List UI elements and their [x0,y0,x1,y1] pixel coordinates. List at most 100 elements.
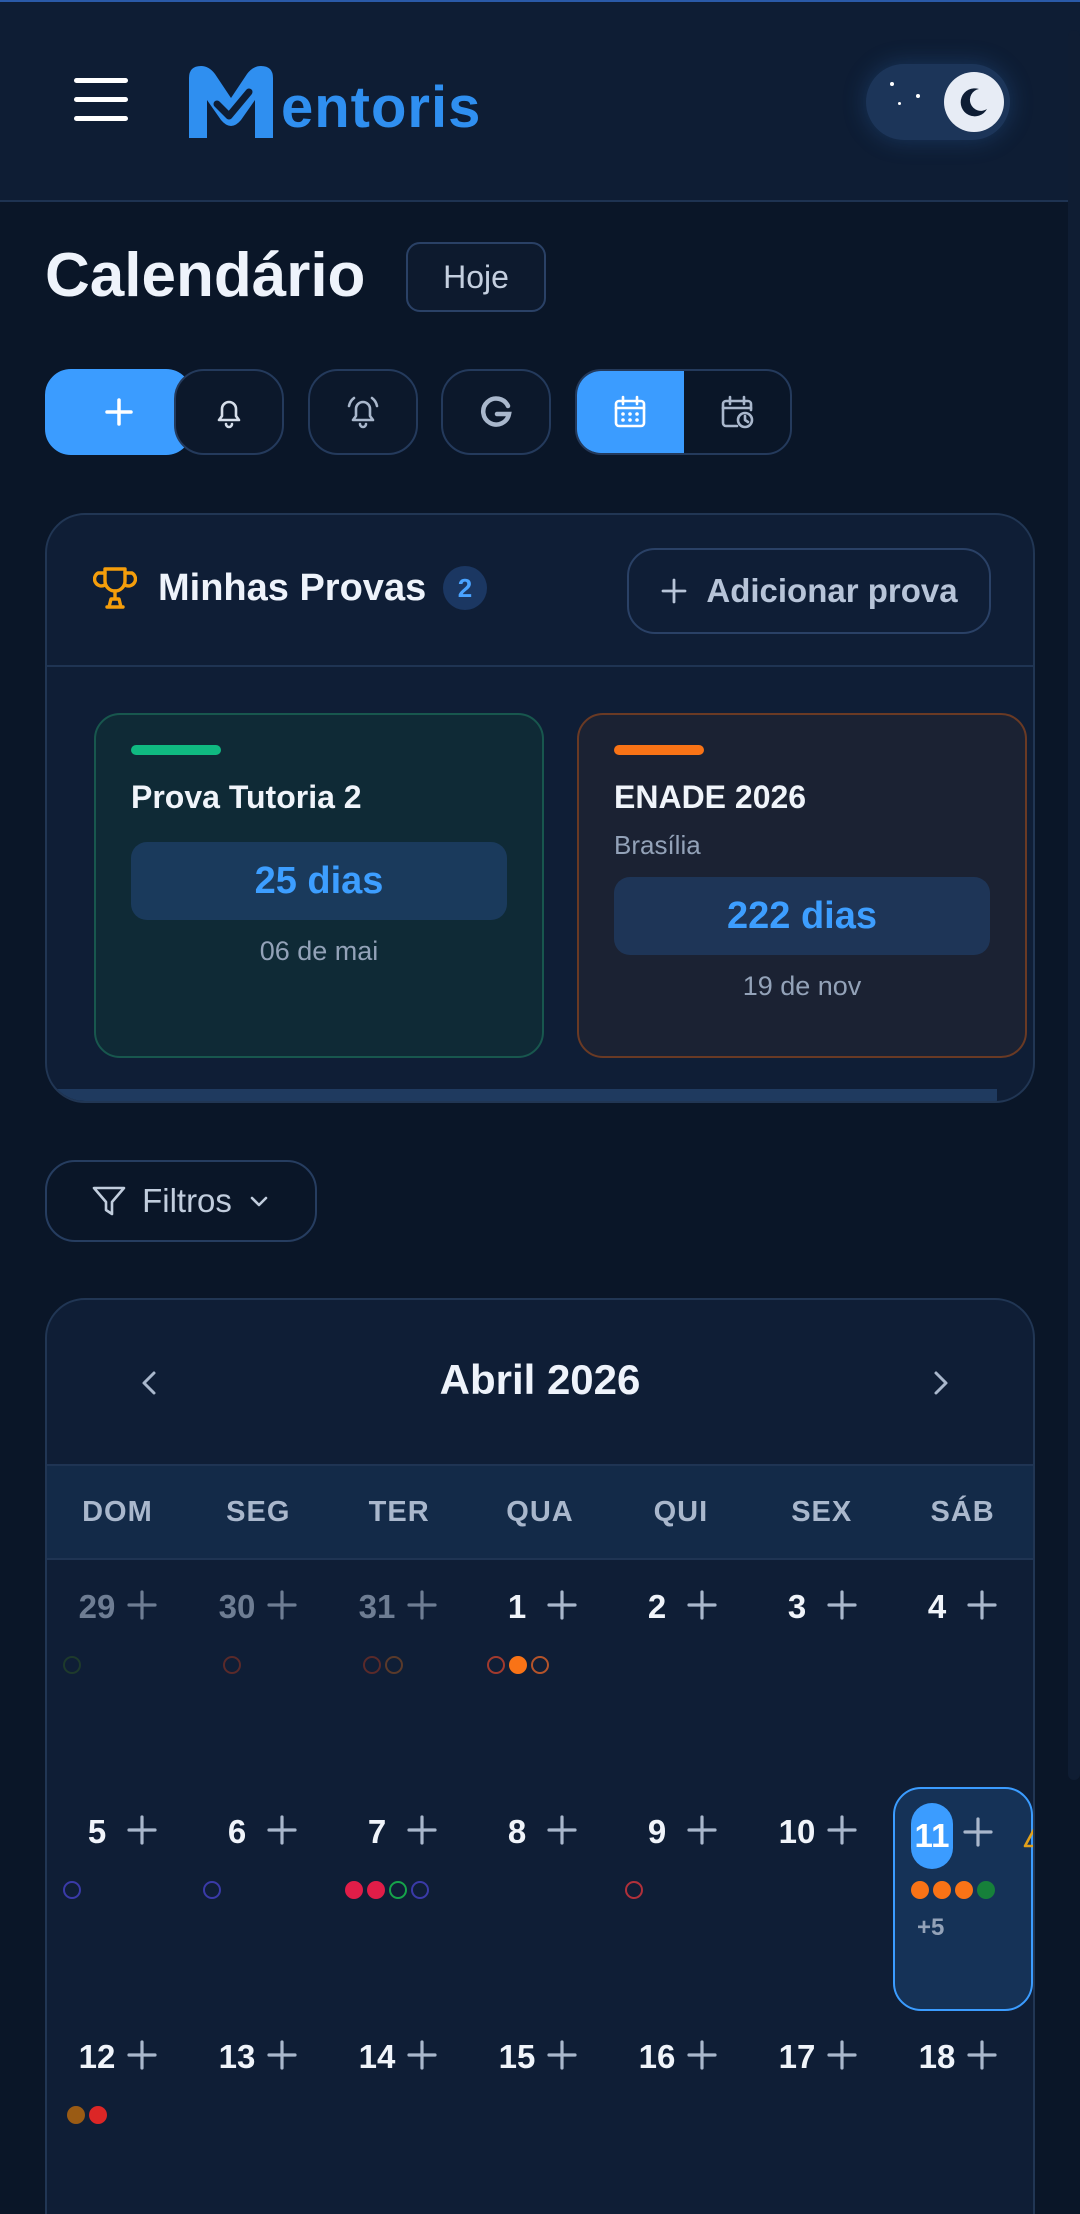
add-day-event-icon[interactable] [125,1813,159,1847]
add-day-event-icon[interactable] [405,1813,439,1847]
day-number: 6 [227,1813,247,1850]
event-dots [487,1656,549,1674]
day-cell[interactable]: 2 [609,1562,749,1787]
day-cell[interactable]: 10 [749,1787,889,2012]
filters-label: Filtros [142,1182,232,1219]
more-events-label[interactable]: +5 [917,1914,944,1942]
add-day-event-icon[interactable] [961,1815,995,1849]
day-number: 30 [218,1588,256,1625]
add-day-event-icon[interactable] [545,2038,579,2072]
day-number: 31 [358,1588,396,1625]
event-dots [625,1881,643,1899]
day-number: 29 [78,1588,116,1625]
add-day-event-icon[interactable] [125,2038,159,2072]
add-day-event-icon[interactable] [265,1813,299,1847]
exams-panel: Minhas Provas 2 Adicionar prova Prova Tu… [45,513,1035,1103]
add-day-event-icon[interactable] [685,1588,719,1622]
logo-text: entoris [281,74,482,140]
exam-days-remaining: 25 dias [131,842,507,920]
theme-toggle[interactable] [866,64,1010,140]
day-cell[interactable]: 18 [889,2012,1029,2214]
day-number: 14 [358,2038,396,2075]
app-header: entoris [0,2,1080,202]
day-cell[interactable]: 16 [609,2012,749,2214]
day-cell[interactable]: 8 [469,1787,609,2012]
add-day-event-icon[interactable] [405,2038,439,2072]
hamburger-icon[interactable] [74,78,128,126]
day-cell[interactable]: 7 [329,1787,469,2012]
alarms-button[interactable] [308,369,418,455]
horizontal-scrollbar[interactable] [47,1089,997,1101]
add-day-event-icon[interactable] [545,1588,579,1622]
add-day-event-icon[interactable] [405,1588,439,1622]
add-day-event-icon[interactable] [825,1813,859,1847]
exam-days-remaining: 222 dias [614,877,990,955]
add-exam-button[interactable]: Adicionar prova [627,548,991,634]
day-number: 3 [787,1588,807,1625]
google-sync-button[interactable] [441,369,551,455]
day-cell[interactable]: 3 [749,1562,889,1787]
exam-card[interactable]: Prova Tutoria 2 25 dias 06 de mai [94,713,544,1058]
chevron-right-icon [934,1371,948,1395]
day-cell[interactable]: 9 [609,1787,749,2012]
google-icon [480,396,512,427]
day-number: 10 [778,1813,816,1850]
day-cell[interactable]: 14 [329,2012,469,2214]
today-button[interactable]: Hoje [406,242,546,312]
add-day-event-icon[interactable] [825,2038,859,2072]
alarm-bell-icon [347,396,379,429]
logo-m-icon [189,66,273,138]
month-title: Abril 2026 [439,1356,641,1403]
exam-card[interactable]: ENADE 2026 Brasília 222 dias 19 de nov [577,713,1027,1058]
schedule-view-button[interactable] [684,371,791,453]
add-event-button[interactable] [45,369,192,455]
calendar-view-button[interactable] [577,371,684,453]
page-scrollbar[interactable] [1068,30,1080,1780]
calendar-navigation: Abril 2026 [47,1300,1033,1466]
weekday-label: SÁB [930,1495,995,1528]
day-number: 1 [507,1588,527,1625]
day-cell[interactable]: 13 [189,2012,329,2214]
day-cell[interactable]: 15 [469,2012,609,2214]
weekday-header: DOM SEG TER QUA QUI SEX SÁB [47,1466,1033,1560]
day-cell[interactable]: 29 [49,1562,189,1787]
add-day-event-icon[interactable] [545,1813,579,1847]
event-dots [63,1881,81,1899]
trophy-icon [93,567,137,609]
day-cell[interactable]: 17 [749,2012,889,2214]
add-day-event-icon[interactable] [125,1588,159,1622]
day-number: 4 [927,1588,947,1625]
day-cell[interactable]: 1 [469,1562,609,1787]
day-cell[interactable]: 30 [189,1562,329,1787]
exam-name: ENADE 2026 [614,779,807,815]
exam-location: Brasília [614,830,701,860]
event-dots [223,1656,241,1674]
add-day-event-icon[interactable] [965,2038,999,2072]
day-number: 13 [218,2038,256,2075]
add-day-event-icon[interactable] [265,1588,299,1622]
add-day-event-icon[interactable] [825,1588,859,1622]
add-day-event-icon[interactable] [965,1588,999,1622]
event-dots [345,1881,429,1899]
weekday-label: QUI [653,1495,709,1528]
weekday-label: SEG [226,1495,291,1528]
page-title: Calendário [45,241,366,310]
day-number: 18 [918,2038,956,2075]
next-month-button[interactable] [915,1358,965,1408]
day-number: 11 [911,1803,953,1869]
filters-button[interactable]: Filtros [45,1160,317,1242]
add-day-event-icon[interactable] [685,1813,719,1847]
day-cell[interactable]: 12 [49,2012,189,2214]
day-cell-today[interactable]: 11 +5 [893,1787,1033,2011]
add-day-event-icon[interactable] [685,2038,719,2072]
day-cell[interactable]: 6 [189,1787,329,2012]
day-cell[interactable]: 31 [329,1562,469,1787]
day-number: 8 [507,1813,527,1850]
notifications-button[interactable] [174,369,284,455]
day-cell[interactable]: 4 [889,1562,1029,1787]
day-number: 2 [647,1588,667,1625]
day-cell[interactable]: 5 [49,1787,189,2012]
add-day-event-icon[interactable] [265,2038,299,2072]
app-logo[interactable]: entoris [183,60,481,144]
exam-name: Prova Tutoria 2 [131,779,362,815]
